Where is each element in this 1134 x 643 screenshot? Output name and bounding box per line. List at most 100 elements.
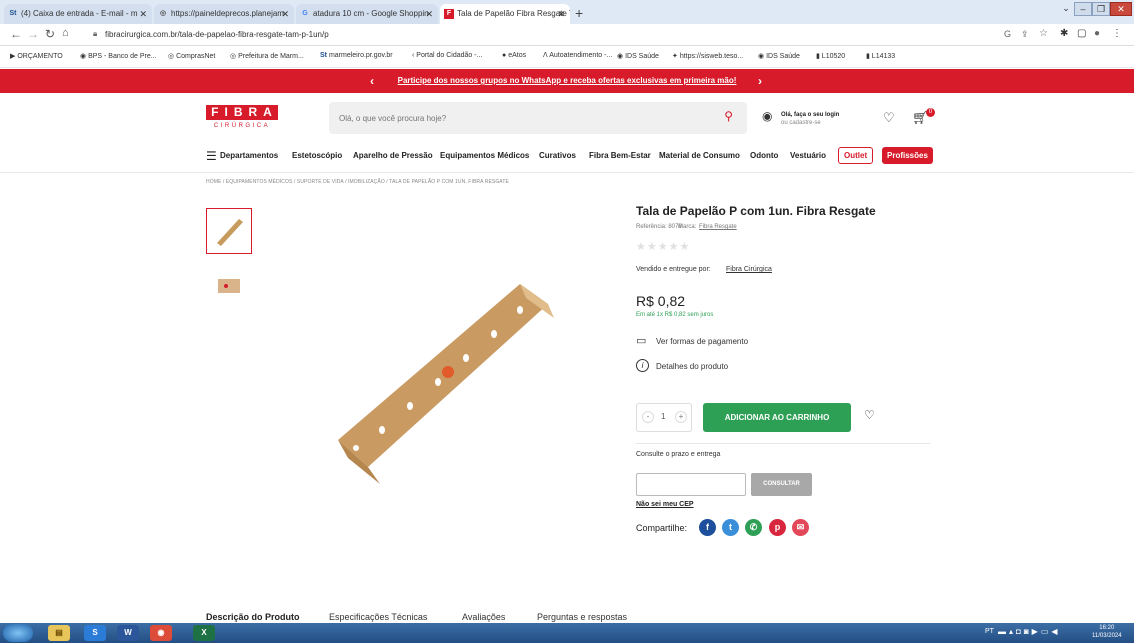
no-cep-link[interactable]: Não sei meu CEP [636,501,694,508]
nav-outlet[interactable]: Outlet [838,147,874,164]
lock-icon[interactable]: 🔒︎ [93,29,97,39]
reference: Referência: 8078 [636,224,682,230]
word-icon[interactable]: W [117,625,139,641]
bookmark-item[interactable]: ▮ L10520 [816,52,845,60]
bookmark-label: L14133 [871,53,896,60]
chrome-icon[interactable]: ◉ [150,625,172,641]
bookmark-item[interactable]: ● eAtos [502,52,526,59]
site-logo[interactable]: FIBRA CIRÚRGICA [206,105,278,133]
nav-item[interactable]: Fibra Bem-Estar [589,151,651,160]
profile-icon[interactable]: ● [1094,28,1100,39]
nav-item[interactable]: Vestuário [790,151,826,160]
consult-button[interactable]: CONSULTAR [751,473,812,496]
url-field[interactable]: fibracirurgica.com.br/tala-de-papelao-fi… [105,30,329,39]
bookmark-item[interactable]: ✦ https://sisweb.teso... [672,52,743,60]
nav-departments[interactable]: Departamentos [220,151,278,160]
bookmark-item[interactable]: ‹ Portal do Cidadão -... [412,52,482,59]
close-icon[interactable]: ✕ [281,4,289,24]
heart-icon[interactable]: ♡ [864,408,875,422]
browser-tab[interactable]: Gatadura 10 cm - Google Shoppin ✕ [296,4,438,24]
share-icon[interactable]: ⇪ [1021,29,1029,40]
add-to-cart-button[interactable]: ADICIONAR AO CARRINHO [703,403,851,432]
home-icon[interactable]: ⌂ [62,27,69,39]
seller-label: Vendido e entregue por: [636,266,711,273]
menu-icon[interactable]: ☰ [206,149,217,163]
bookmark-item[interactable]: ◎ Prefeitura de Marm... [230,52,304,60]
search-input[interactable] [339,110,709,126]
bookmark-item[interactable]: ◉ IDS Saúde [617,52,659,60]
excel-icon[interactable]: X [193,625,215,641]
bookmark-item[interactable]: St marmeleiro.pr.gov.br [320,52,393,59]
reload-icon[interactable]: ↻ [45,27,55,41]
sidepanel-icon[interactable]: ▢ [1077,28,1086,39]
cep-input[interactable] [636,473,746,496]
close-icon[interactable]: ✕ [557,4,565,24]
rating-stars[interactable]: ★★★★★ [636,240,690,253]
whatsapp-icon[interactable]: ✆ [745,519,762,536]
chevron-right-icon[interactable]: › [758,69,762,93]
menu-icon[interactable]: ⋮ [1112,28,1122,39]
user-icon[interactable]: ◉ [762,109,772,123]
heart-icon[interactable]: ♡ [883,110,895,126]
breadcrumb[interactable]: HOME / EQUIPAMENTOS MÉDICOS / SUPORTE DE… [206,179,509,185]
bookmark-item[interactable]: ◎ ComprasNet [168,52,215,60]
pinterest-icon[interactable]: p [769,519,786,536]
nav-item[interactable]: Equipamentos Médicos [440,151,529,160]
tab-favicon: F [444,8,454,19]
window-close-button[interactable]: ✕ [1110,2,1132,16]
minimize-button[interactable]: – [1074,2,1092,16]
back-icon[interactable]: ← [10,27,22,41]
nav-profissoes[interactable]: Profissões [882,147,933,164]
tab-reviews[interactable]: Avaliações [462,612,505,622]
close-icon[interactable]: ✕ [139,4,147,24]
nav-item[interactable]: Odonto [750,151,778,160]
email-icon[interactable]: ✉ [792,519,809,536]
tray-icons[interactable]: ▬▴◘◙▶▭◀ [998,627,1061,636]
bookmarks-bar: ▶ ORÇAMENTO ◉ BPS - Banco de Pre... ◎ Co… [0,46,1134,68]
nav-item[interactable]: Estetoscópio [292,151,342,160]
star-icon[interactable]: ☆ [1039,28,1048,39]
increment-button[interactable]: + [675,411,687,423]
browser-tab[interactable]: ◎ https://paineldeprecos.planejam ✕ [154,4,294,24]
chevron-left-icon[interactable]: ‹ [370,69,374,93]
chevron-down-icon[interactable]: ⌄ [1060,2,1072,16]
search-icon[interactable]: ⚲ [724,109,733,123]
twitter-icon[interactable]: t [722,519,739,536]
login-link[interactable]: Olá, faça o seu login ou cadastre-se [781,111,839,127]
extensions-icon[interactable]: ✱ [1060,28,1068,39]
tab-questions[interactable]: Perguntas e respostas [537,612,627,622]
new-tab-button[interactable]: + [575,5,583,21]
tab-description[interactable]: Descrição do Produto [206,612,300,622]
translate-icon[interactable]: G [1004,29,1011,39]
nav-item[interactable]: Aparelho de Pressão [353,151,433,160]
close-icon[interactable]: ✕ [425,4,433,24]
tab-specifications[interactable]: Especificações Técnicas [329,612,427,622]
forward-icon[interactable]: → [27,27,39,41]
browser-tab-active[interactable]: F Tala de Papelão Fibra Resgate Ta ✕ [440,4,570,24]
bookmark-item[interactable]: ◉ IDS Saúde [758,52,800,60]
payment-link[interactable]: Ver formas de pagamento [656,337,748,346]
facebook-icon[interactable]: f [699,519,716,536]
thumbnail-1[interactable] [206,208,252,254]
language-indicator[interactable]: PT [985,628,994,635]
maximize-button[interactable]: ❐ [1092,2,1110,16]
nav-item[interactable]: Curativos [539,151,576,160]
browser-tab[interactable]: St (4) Caixa de entrada - E-mail - m ✕ [4,4,152,24]
start-button[interactable] [3,624,33,642]
bookmark-item[interactable]: ▶ ORÇAMENTO [10,52,63,60]
explorer-icon[interactable]: ▤ [48,625,70,641]
quantity-value[interactable]: 1 [661,412,665,421]
product-main-image[interactable] [320,262,565,507]
seller-link[interactable]: Fibra Cirúrgica [726,266,772,273]
bookmark-item[interactable]: Λ Autoatendimento -... [543,52,612,59]
thumbnail-2[interactable] [212,274,246,298]
brand-link[interactable]: Fibra Resgate [699,224,737,230]
details-link[interactable]: Detalhes do produto [656,362,728,371]
decrement-button[interactable]: - [642,411,654,423]
promo-link[interactable]: Participe dos nossos grupos no WhatsApp … [398,76,737,85]
nav-item[interactable]: Material de Consumo [659,151,740,160]
bookmark-item[interactable]: ▮ L14133 [866,52,895,60]
skype-icon[interactable]: S [84,625,106,641]
bookmark-item[interactable]: ◉ BPS - Banco de Pre... [80,52,157,60]
clock[interactable]: 16:20 11/03/2024 [1092,624,1122,640]
